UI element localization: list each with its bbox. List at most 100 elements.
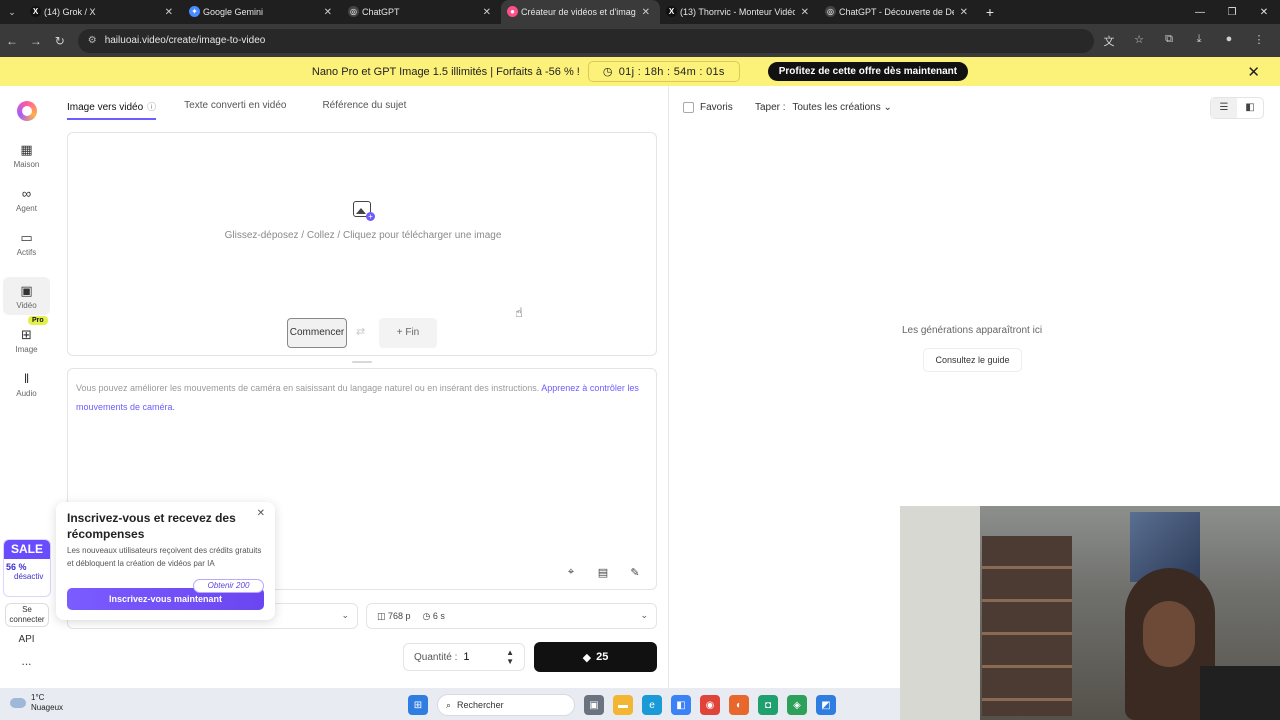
firefox-icon[interactable]: ◐ bbox=[729, 695, 749, 715]
close-tab-icon[interactable]: ✕ bbox=[960, 7, 968, 18]
minimize-icon[interactable]: — bbox=[1184, 7, 1216, 18]
image-upload-dropzone[interactable]: + Glissez-déposez / Collez / Cliquez pou… bbox=[67, 132, 657, 356]
upload-hint: Glissez-déposez / Collez / Cliquez pour … bbox=[224, 230, 502, 241]
app-icon[interactable]: ◘ bbox=[758, 695, 778, 715]
taskbar-search[interactable]: ⌕ Rechercher bbox=[437, 694, 575, 716]
file-explorer-icon[interactable]: ▬ bbox=[613, 695, 633, 715]
quantity-value: 1 bbox=[463, 651, 470, 663]
tab-label: Image vers vidéo bbox=[67, 102, 144, 113]
tab-title: ChatGPT bbox=[362, 7, 400, 17]
location-pin-icon[interactable]: ⌖ bbox=[564, 566, 578, 579]
windows-start-icon[interactable]: ⊞ bbox=[408, 695, 428, 715]
camera-movement-icon[interactable]: ▤ bbox=[596, 566, 610, 579]
chrome-icon[interactable]: ◉ bbox=[700, 695, 720, 715]
login-button[interactable]: Se connecter bbox=[5, 603, 49, 627]
hailuo-icon: ● bbox=[507, 6, 518, 17]
webcam-overlay bbox=[900, 506, 1280, 720]
new-tab-icon[interactable]: + bbox=[978, 4, 1002, 20]
tab-search-menu-icon[interactable]: ⌄ bbox=[0, 0, 24, 24]
back-icon[interactable]: ← bbox=[0, 34, 24, 48]
browser-tab[interactable]: ◎ ChatGPT - Découverte de Detr ✕ bbox=[819, 0, 978, 24]
temperature: 1°C bbox=[31, 693, 45, 702]
sidebar-item-image[interactable]: ⊞ Image bbox=[3, 321, 50, 359]
guide-button[interactable]: Consultez le guide bbox=[923, 348, 1022, 372]
sidebar-item-video[interactable]: ▣ Vidéo bbox=[3, 277, 50, 315]
tab-image-to-video[interactable]: Image vers vidéo ⓘ bbox=[67, 100, 157, 120]
close-icon[interactable]: ✕ bbox=[257, 508, 265, 519]
api-link[interactable]: API bbox=[0, 634, 53, 645]
generate-cost: 25 bbox=[596, 651, 609, 663]
store-icon[interactable]: ◧ bbox=[671, 695, 691, 715]
sale-badge[interactable]: SALE 56 % désactiv bbox=[3, 539, 51, 597]
browser-menu-icon[interactable]: ⋮ bbox=[1244, 33, 1274, 49]
tab-title: (14) Grok / X bbox=[44, 7, 96, 17]
mouse-cursor-icon: ☝ bbox=[515, 305, 523, 320]
type-filter-dropdown[interactable]: Taper : Toutes les créations ⌄ bbox=[755, 102, 892, 113]
weather-widget[interactable]: 1°C Nuageux bbox=[10, 693, 63, 713]
extensions-icon[interactable]: ⧉ bbox=[1154, 33, 1184, 49]
reward-chip: Obtenir 200 bbox=[193, 579, 264, 593]
close-tab-icon[interactable]: ✕ bbox=[165, 7, 173, 18]
search-icon: ⌕ bbox=[446, 699, 452, 710]
task-view-icon[interactable]: ▣ bbox=[584, 695, 604, 715]
sale-subtitle: désactiv bbox=[14, 572, 44, 581]
url-field[interactable]: ⚙ hailuoai.video/create/image-to-video bbox=[77, 28, 1094, 53]
browser-tab[interactable]: X (13) Thorrvic - Monteur Vidéo ✕ bbox=[660, 0, 819, 24]
edge-icon[interactable]: e bbox=[642, 695, 662, 715]
translate-icon[interactable]: 文 bbox=[1094, 33, 1124, 49]
app-icon-3[interactable]: ◩ bbox=[816, 695, 836, 715]
profile-avatar-icon[interactable]: ● bbox=[1214, 33, 1244, 49]
audio-wave-icon: ‖ bbox=[23, 370, 30, 386]
duration-value: ◷ 6 s bbox=[423, 611, 445, 622]
browser-tab[interactable]: ◎ ChatGPT ✕ bbox=[342, 0, 501, 24]
close-tab-icon[interactable]: ✕ bbox=[483, 7, 491, 18]
start-frame-button[interactable]: Commencer bbox=[287, 318, 347, 348]
video-params-select[interactable]: ◫ 768 p ◷ 6 s ⌄ bbox=[366, 603, 657, 629]
close-tab-icon[interactable]: ✕ bbox=[801, 7, 809, 18]
swap-icon[interactable]: ⇄ bbox=[356, 325, 365, 338]
sidebar-item-label: Vidéo bbox=[16, 300, 37, 310]
list-view-icon[interactable]: ☰ bbox=[1211, 98, 1237, 118]
browser-tab[interactable]: ✦ Google Gemini ✕ bbox=[183, 0, 342, 24]
promo-cta-button[interactable]: Profitez de cette offre dès maintenant bbox=[767, 62, 969, 81]
sidebar-item-maison[interactable]: ▦ Maison bbox=[3, 136, 50, 174]
generate-button[interactable]: ◆ 25 bbox=[534, 642, 657, 672]
quantity-stepper[interactable]: Quantité : 1 ▲ ▼ bbox=[403, 643, 525, 671]
promo-text: Nano Pro et GPT Image 1.5 illimités | Fo… bbox=[311, 65, 580, 78]
sidebar-item-actifs[interactable]: ▭ Actifs bbox=[3, 224, 50, 262]
close-tab-icon[interactable]: ✕ bbox=[642, 7, 650, 18]
browser-tab[interactable]: X (14) Grok / X ✕ bbox=[24, 0, 183, 24]
browser-tab-active[interactable]: ● Créateur de vidéos et d'images ✕ bbox=[501, 0, 660, 24]
forward-icon[interactable]: → bbox=[24, 34, 48, 48]
sidebar-item-agent[interactable]: ∞ Agent bbox=[3, 180, 50, 218]
bookmark-star-icon[interactable]: ☆ bbox=[1124, 33, 1154, 49]
resize-handle[interactable] bbox=[352, 361, 372, 363]
sidebar-item-label: Maison bbox=[13, 159, 40, 169]
popup-title: Inscrivez-vous et recevez des récompense… bbox=[67, 511, 236, 541]
site-info-icon[interactable]: ⚙ bbox=[88, 35, 97, 46]
sidebar-item-label: Audio bbox=[16, 388, 37, 398]
info-icon[interactable]: ⓘ bbox=[147, 102, 156, 112]
more-icon[interactable]: ... bbox=[0, 654, 53, 668]
close-icon[interactable]: ✕ bbox=[1247, 63, 1260, 81]
end-frame-button[interactable]: + Fin bbox=[379, 318, 437, 348]
credit-icon: ◆ bbox=[582, 651, 592, 664]
close-tab-icon[interactable]: ✕ bbox=[324, 7, 332, 18]
timer-text: 01j : 18h : 54m : 01s bbox=[618, 65, 725, 78]
split-view-icon[interactable]: ◧ bbox=[1237, 98, 1263, 118]
tab-subject-reference[interactable]: Référence du sujet bbox=[322, 100, 406, 120]
download-icon[interactable]: ⤓ bbox=[1184, 33, 1214, 49]
close-window-icon[interactable]: ✕ bbox=[1248, 7, 1280, 18]
tab-title: (13) Thorrvic - Monteur Vidéo bbox=[680, 7, 795, 17]
enhance-prompt-icon[interactable]: ✎ bbox=[628, 566, 642, 579]
hailuo-logo[interactable] bbox=[17, 101, 37, 121]
stepper-arrows-icon[interactable]: ▲ ▼ bbox=[506, 648, 514, 666]
restore-icon[interactable]: ❐ bbox=[1216, 7, 1248, 18]
panel-divider bbox=[668, 86, 669, 688]
favorites-label: Favoris bbox=[700, 102, 733, 113]
sidebar-item-audio[interactable]: ‖ Audio bbox=[3, 365, 50, 403]
favorites-checkbox[interactable]: Favoris bbox=[683, 102, 733, 113]
app-icon-2[interactable]: ◈ bbox=[787, 695, 807, 715]
reload-icon[interactable]: ↻ bbox=[48, 34, 72, 48]
tab-text-to-video[interactable]: Texte converti en vidéo bbox=[184, 100, 286, 120]
